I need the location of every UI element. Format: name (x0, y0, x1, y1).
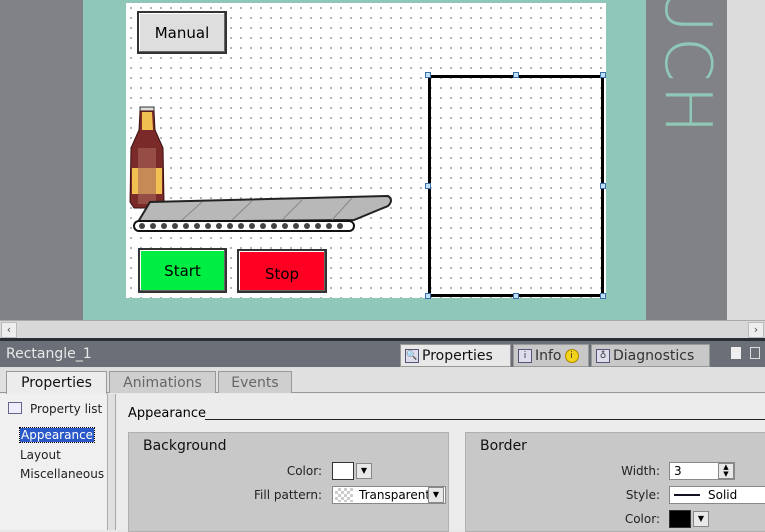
bg-color-swatch[interactable] (332, 462, 354, 480)
chevron-down-icon[interactable]: ▼ (428, 487, 444, 503)
selected-rectangle[interactable] (428, 75, 604, 297)
bg-color-label: Color: (286, 464, 322, 478)
border-style-select[interactable]: Solid (669, 486, 765, 504)
sidebar-item-appearance[interactable]: Appearance (18, 427, 96, 443)
resize-handle[interactable] (600, 72, 606, 78)
border-group: Border Width: 3 ▲ ▼ Style: Solid Color: ▼ (465, 432, 765, 532)
resize-handle[interactable] (513, 72, 519, 78)
property-sidebar: Property list Appearance Layout Miscella… (0, 394, 108, 530)
manual-button[interactable]: Manual (137, 11, 227, 54)
border-style-label: Style: (625, 488, 660, 502)
border-color-label: Color: (624, 512, 660, 526)
fill-pattern-select[interactable]: Transparent ▼ (332, 486, 446, 504)
inspector-subtabs: Properties Animations Events (0, 367, 765, 394)
diagnostics-icon: ♁ (596, 348, 610, 363)
subtab-events[interactable]: Events (218, 371, 292, 393)
workspace-right-margin (727, 0, 765, 320)
border-title: Border (480, 438, 527, 454)
resize-handle[interactable] (425, 183, 431, 189)
info-arrows-icon: i (518, 348, 532, 363)
sidebar-item-miscellaneous[interactable]: Miscellaneous (20, 467, 104, 481)
conveyor-belt-graphic[interactable] (132, 194, 396, 234)
property-content: Appearance Background Color: ▼ Fill patt… (117, 394, 765, 532)
resize-handle[interactable] (600, 183, 606, 189)
resize-handle[interactable] (600, 293, 606, 299)
resize-handle[interactable] (513, 293, 519, 299)
scroll-left-icon[interactable]: ‹ (1, 322, 17, 338)
resize-handle[interactable] (425, 293, 431, 299)
section-title: Appearance (128, 406, 207, 421)
section-divider (205, 419, 765, 420)
tab-info[interactable]: i Info i (513, 344, 589, 367)
solid-line-icon (674, 494, 700, 496)
magnifier-icon: 🔍 (405, 348, 419, 363)
subtab-animations[interactable]: Animations (109, 371, 216, 393)
sidebar-item-layout[interactable]: Layout (20, 448, 61, 462)
tab-diagnostics[interactable]: ♁ Diagnostics (591, 344, 710, 367)
background-title: Background (143, 438, 227, 454)
border-width-label: Width: (621, 464, 660, 478)
panel-menu-icon[interactable] (750, 347, 760, 359)
horizontal-scrollbar[interactable]: ‹ › (0, 320, 765, 338)
workspace-left-margin (0, 0, 83, 320)
tab-properties[interactable]: 🔍 Properties (400, 344, 511, 367)
hmi-device-brand-panel: UCH (646, 0, 727, 320)
resize-handle[interactable] (425, 72, 431, 78)
property-list-icon (8, 402, 22, 414)
fill-pattern-label: Fill pattern: (254, 488, 322, 502)
stepper-arrows-icon[interactable]: ▲ ▼ (718, 463, 734, 479)
restore-window-icon[interactable] (731, 347, 741, 359)
start-button[interactable]: Start (138, 248, 227, 293)
chevron-down-icon[interactable]: ▼ (356, 463, 372, 479)
inspector-header: Rectangle_1 🔍 Properties i Info i ♁ Diagnost… (0, 341, 765, 367)
transparent-pattern-icon (335, 488, 353, 502)
subtab-properties[interactable]: Properties (6, 371, 107, 394)
info-icon: i (564, 348, 579, 363)
chevron-down-icon[interactable]: ▼ (693, 511, 709, 527)
selected-object-title: Rectangle_1 (6, 346, 92, 362)
sidebar-splitter[interactable] (108, 394, 116, 530)
property-list-label: Property list (30, 402, 103, 416)
background-group: Background Color: ▼ Fill pattern: Transp… (128, 432, 449, 532)
border-width-stepper[interactable]: 3 ▲ ▼ (669, 462, 735, 480)
border-color-swatch[interactable] (669, 510, 691, 528)
brand-text: UCH (650, 0, 724, 138)
scroll-right-icon[interactable]: › (748, 322, 764, 338)
stop-button[interactable]: Stop (237, 249, 327, 293)
